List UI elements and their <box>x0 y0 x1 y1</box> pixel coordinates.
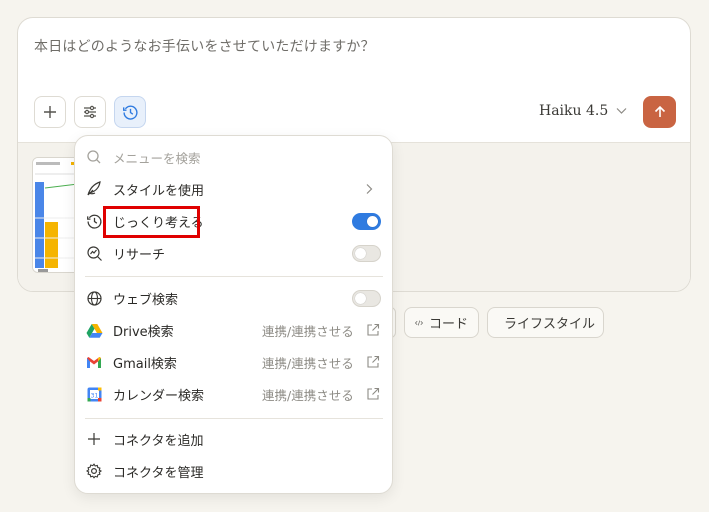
menu-item-style[interactable]: スタイルを使用 <box>75 174 392 204</box>
menu-item-calendar-search-label: カレンダー検索 <box>113 388 205 404</box>
plus-icon <box>85 430 103 448</box>
clock-icon <box>85 212 103 230</box>
search-icon <box>85 148 103 166</box>
menu-item-style-label: スタイルを使用 <box>113 183 205 199</box>
external-link-icon <box>367 355 380 368</box>
chip-lifestyle-label: ライフスタイル <box>504 317 596 332</box>
gmail-icon <box>85 353 103 371</box>
menu-search-input[interactable]: メニューを検索 <box>113 148 201 167</box>
menu-item-extended-thinking[interactable]: じっくり考える <box>75 206 392 236</box>
research-toggle[interactable] <box>352 244 381 262</box>
add-button[interactable] <box>34 96 66 128</box>
chip-code-label: コード <box>428 317 468 332</box>
plus-icon <box>44 106 56 118</box>
menu-item-manage-connectors[interactable]: コネクタを管理 <box>75 456 392 486</box>
prompt-input[interactable]: 本日はどのようなお手伝いをさせていただけますか？ <box>34 36 634 56</box>
feather-icon <box>85 180 103 198</box>
menu-item-calendar-search[interactable]: 31 カレンダー検索 連携/連携させる <box>75 379 392 409</box>
clock-icon <box>122 105 138 120</box>
drive-connect-text[interactable]: 連携/連携させる <box>262 321 354 340</box>
globe-icon <box>85 289 103 307</box>
menu-divider <box>85 276 383 277</box>
svg-text:31: 31 <box>90 392 98 399</box>
drive-icon <box>85 321 103 339</box>
menu-item-gmail-search[interactable]: Gmail検索 連携/連携させる <box>75 347 392 377</box>
web-search-toggle[interactable] <box>352 289 381 307</box>
chip-code[interactable]: コード <box>404 307 479 338</box>
send-button[interactable] <box>643 96 676 128</box>
external-link-icon <box>367 387 380 400</box>
extended-thinking-button[interactable] <box>114 96 146 128</box>
menu-divider <box>85 418 383 419</box>
menu-item-add-connector[interactable]: コネクタを追加 <box>75 424 392 454</box>
arrow-up-icon <box>654 105 665 117</box>
gear-icon <box>85 462 103 480</box>
options-button[interactable] <box>74 96 106 128</box>
menu-item-add-connector-label: コネクタを追加 <box>113 433 204 449</box>
tools-menu: メニューを検索 スタイルを使用 じっくり考える リサーチ ウェブ検索 Drive… <box>74 135 393 494</box>
menu-item-web-search[interactable]: ウェブ検索 <box>75 283 392 313</box>
sliders-icon <box>84 105 96 119</box>
calendar-connect-text[interactable]: 連携/連携させる <box>262 385 354 404</box>
chevron-right-icon <box>366 184 373 194</box>
chip-lifestyle[interactable]: ライフスタイル <box>487 307 604 338</box>
extended-thinking-toggle[interactable] <box>352 212 381 230</box>
menu-item-web-search-label: ウェブ検索 <box>113 292 179 308</box>
menu-item-drive-search[interactable]: Drive検索 連携/連携させる <box>75 315 392 345</box>
menu-item-gmail-search-label: Gmail検索 <box>113 356 177 372</box>
menu-item-extended-thinking-label: じっくり考える <box>113 215 204 231</box>
chevron-down-icon <box>616 108 627 114</box>
calendar-icon: 31 <box>85 385 103 403</box>
menu-item-research-label: リサーチ <box>113 247 166 263</box>
gmail-connect-text[interactable]: 連携/連携させる <box>262 353 354 372</box>
research-icon <box>85 244 103 262</box>
code-icon <box>415 319 423 326</box>
menu-search[interactable]: メニューを検索 <box>75 142 392 172</box>
model-label: Haiku 4.5 <box>539 103 609 119</box>
model-selector[interactable]: Haiku 4.5 <box>539 103 627 119</box>
menu-item-drive-search-label: Drive検索 <box>113 324 174 340</box>
menu-item-research[interactable]: リサーチ <box>75 238 392 268</box>
menu-item-manage-connectors-label: コネクタを管理 <box>113 465 204 481</box>
external-link-icon <box>367 323 380 336</box>
